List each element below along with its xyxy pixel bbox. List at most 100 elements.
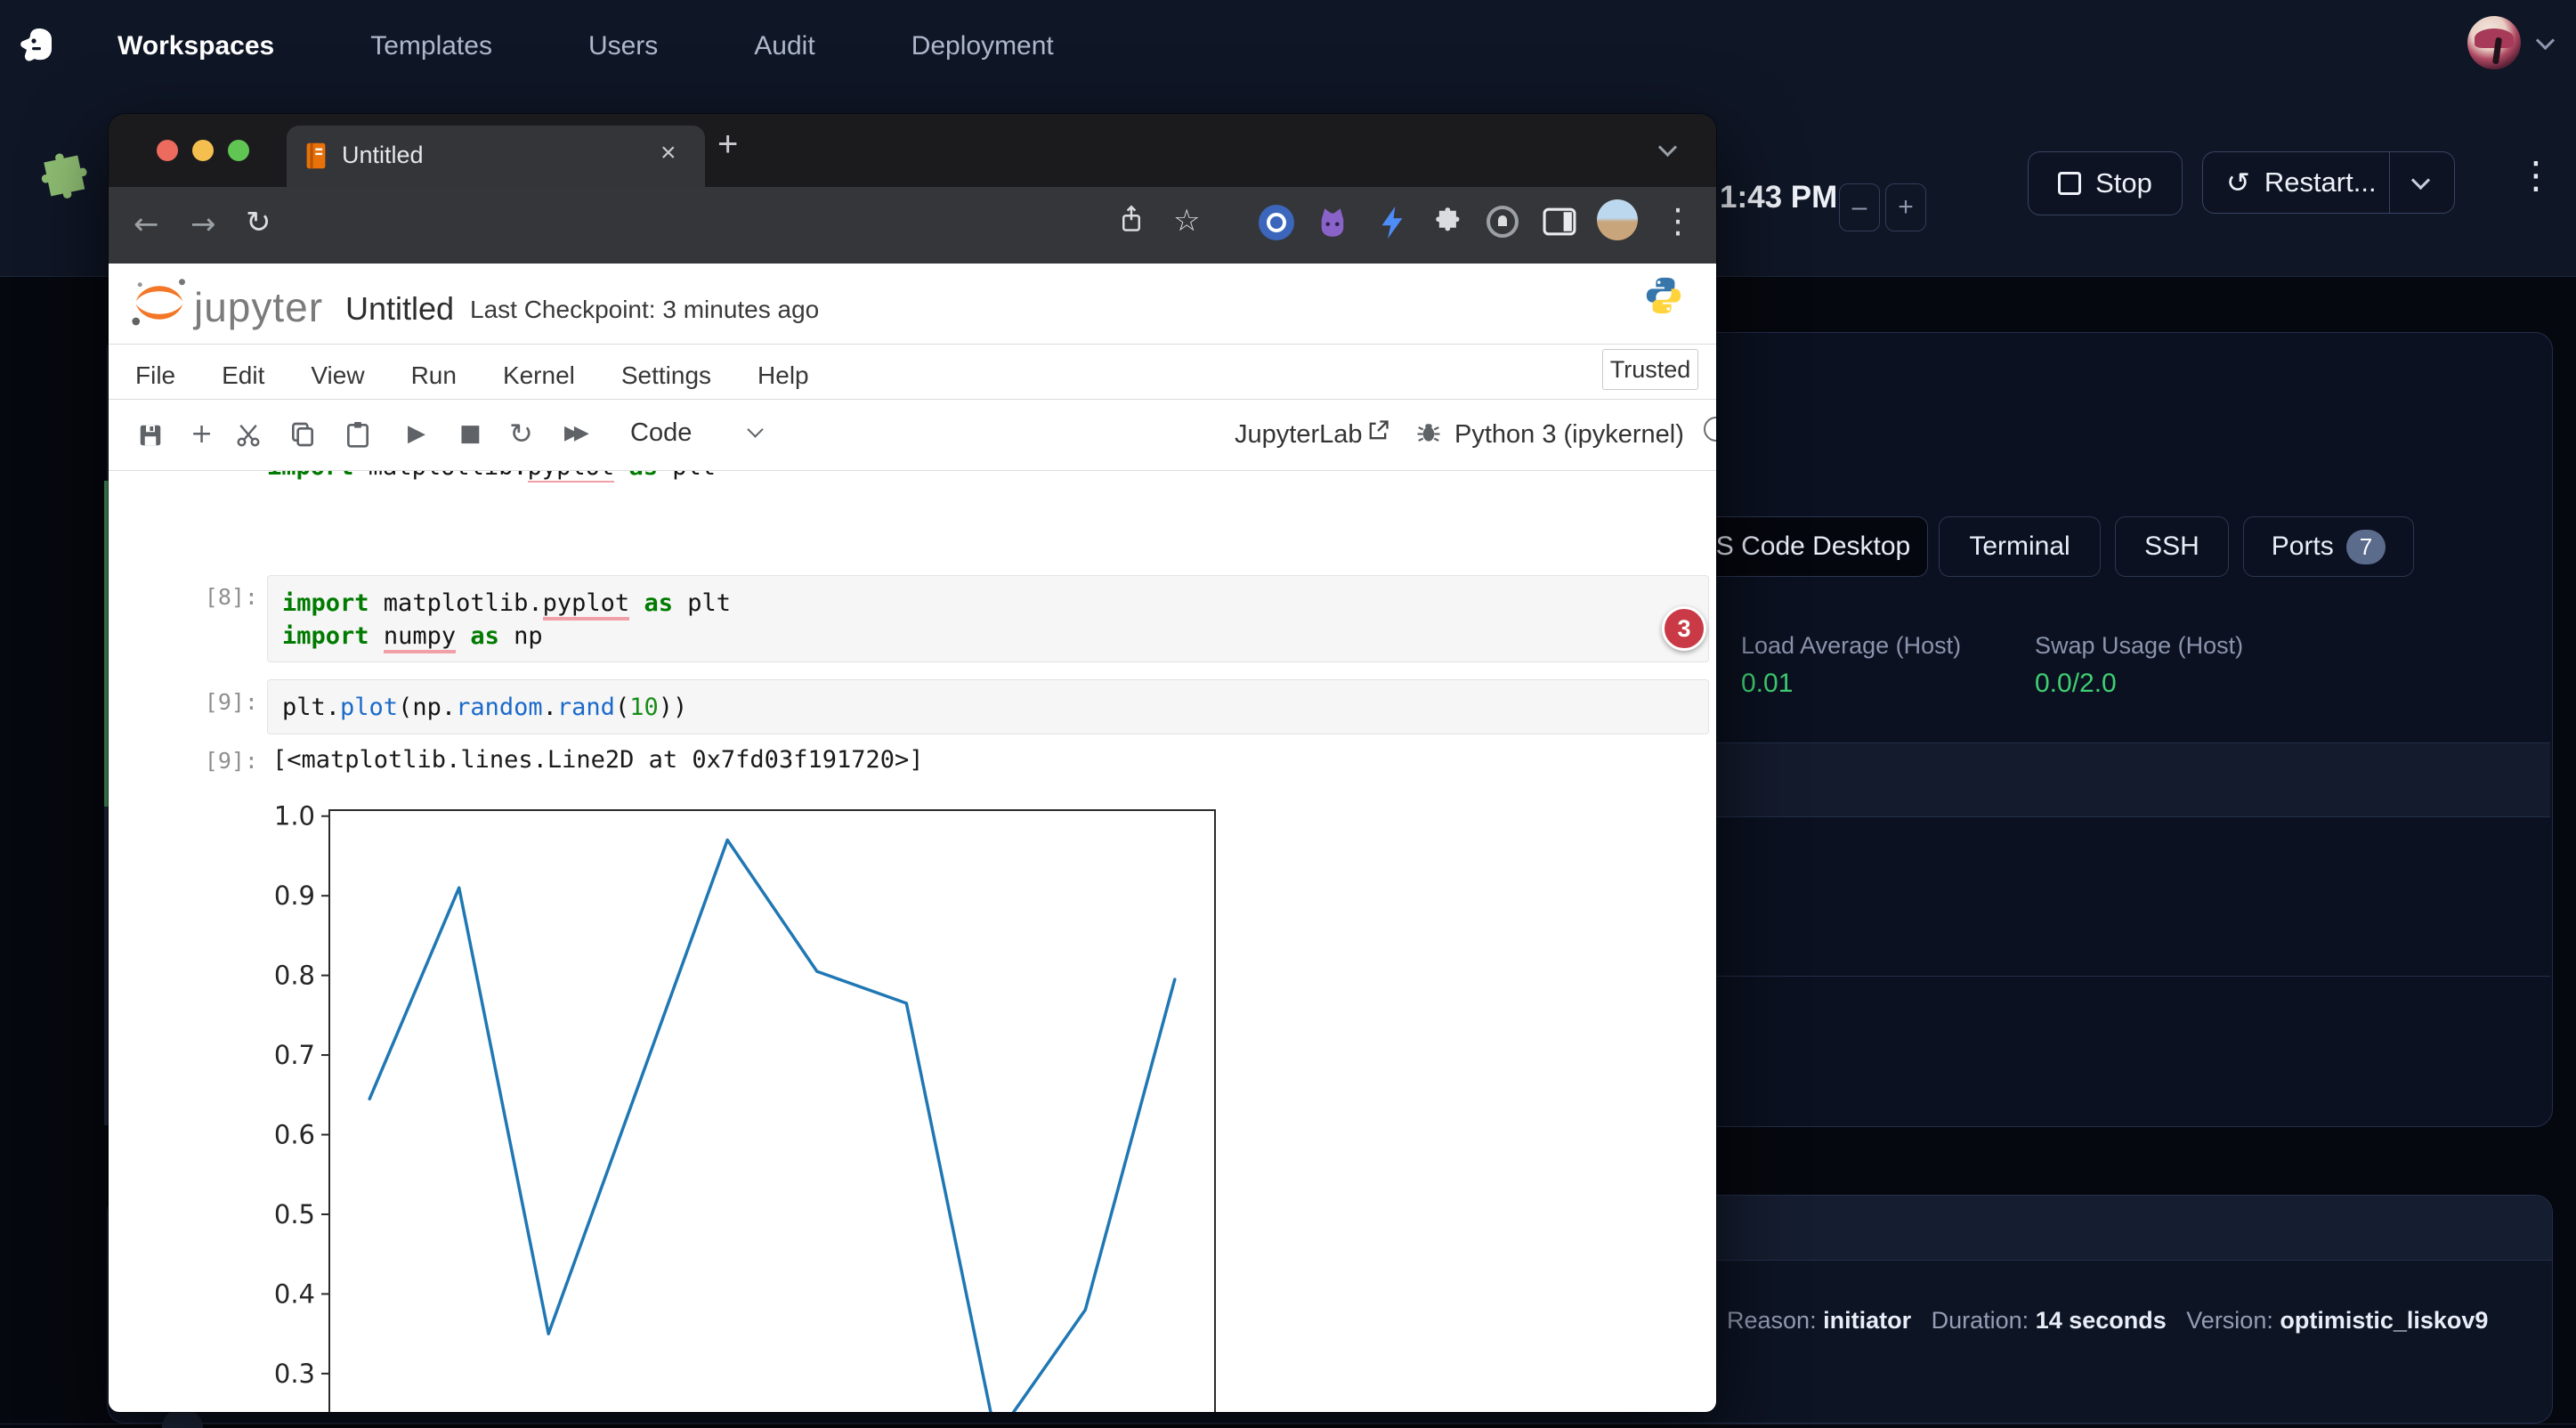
add-cell-icon[interactable]: + <box>190 418 213 450</box>
cut-icon[interactable] <box>235 422 262 449</box>
stat-swap-usage: Swap Usage (Host) 0.0/2.0 <box>2035 632 2243 699</box>
ghostery-extension-icon[interactable] <box>1486 206 1519 238</box>
cell1-line2: import numpy as np <box>282 620 1694 653</box>
svg-text:0.9: 0.9 <box>274 880 315 911</box>
ports-label: Ports <box>2272 531 2334 562</box>
coder-logo[interactable] <box>16 25 59 68</box>
copy-icon[interactable] <box>288 420 317 449</box>
menu-kernel[interactable]: Kernel <box>503 361 575 390</box>
cell-type-chevron-icon[interactable] <box>747 421 763 437</box>
notebook-favicon <box>304 142 328 174</box>
restart-button[interactable]: ↺ Restart... <box>2202 151 2455 214</box>
lightning-extension-icon[interactable] <box>1376 203 1408 242</box>
svg-text:0.3: 0.3 <box>274 1359 315 1389</box>
nav-item-audit[interactable]: Audit <box>754 31 814 61</box>
jupyterlab-link[interactable]: JupyterLab <box>1235 420 1363 450</box>
restart-dropdown-chevron-icon[interactable] <box>2411 171 2430 190</box>
forward-button[interactable]: → <box>190 207 216 242</box>
cell1-line1: import matplotlib.pyplot as plt <box>282 587 1694 620</box>
execution-count-badge: 3 <box>1662 606 1706 651</box>
menu-help[interactable]: Help <box>757 361 809 390</box>
menu-edit[interactable]: Edit <box>222 361 264 390</box>
new-tab-button[interactable]: + <box>717 125 738 165</box>
browser-tab-active[interactable]: Untitled × <box>287 126 705 187</box>
kernel-name[interactable]: Python 3 (ipykernel) <box>1454 420 1684 450</box>
main-nav: Workspaces Templates Users Audit Deploym… <box>117 25 1054 68</box>
window-minimize-button[interactable] <box>192 140 214 161</box>
bookmark-star-icon[interactable]: ☆ <box>1173 203 1200 239</box>
save-icon[interactable] <box>137 422 164 449</box>
svg-text:0.4: 0.4 <box>274 1278 315 1309</box>
restart-icon: ↺ <box>2226 166 2250 199</box>
browser-tabstrip: Untitled × + <box>109 114 1716 187</box>
build-version-label: Version: <box>2186 1307 2273 1334</box>
workspace-kebab-menu-icon[interactable]: ⋮ <box>2517 153 2555 197</box>
menu-settings[interactable]: Settings <box>621 361 711 390</box>
svg-text:0.6: 0.6 <box>274 1120 315 1150</box>
extensions-puzzle-icon[interactable] <box>1430 205 1463 239</box>
back-button[interactable]: ← <box>134 207 159 242</box>
paste-icon[interactable] <box>344 420 372 449</box>
trusted-label: Trusted <box>1610 356 1691 384</box>
clipped-code-text: import matplotlib.pyplot as plt <box>267 471 1709 483</box>
kernel-status-circle <box>1704 417 1716 442</box>
nav-item-workspaces[interactable]: Workspaces <box>117 31 274 61</box>
browser-profile-avatar[interactable] <box>1597 199 1638 240</box>
browser-window: Untitled × + ← → ↻ 5555--main--test--mat… <box>109 114 1716 1412</box>
menu-run[interactable]: Run <box>411 361 457 390</box>
browser-kebab-menu-icon[interactable]: ⋮ <box>1661 201 1695 240</box>
python-logo <box>1643 272 1684 323</box>
run-cell-icon[interactable]: ▶ <box>408 420 425 447</box>
interrupt-kernel-icon[interactable]: ■ <box>459 420 482 447</box>
terminal-button[interactable]: Terminal <box>1939 516 2101 577</box>
menu-view[interactable]: View <box>311 361 364 390</box>
badge-number: 3 <box>1677 615 1690 643</box>
zoom-in-button[interactable]: + <box>1885 183 1926 231</box>
onepassword-extension-icon[interactable] <box>1259 205 1294 240</box>
menu-file[interactable]: File <box>135 361 175 390</box>
side-panel-icon[interactable] <box>1542 205 1577 239</box>
ports-button[interactable]: Ports 7 <box>2243 516 2414 577</box>
cat-extension-icon[interactable] <box>1314 203 1351 242</box>
nav-item-deployment[interactable]: Deployment <box>911 31 1054 61</box>
reload-button[interactable]: ↻ <box>246 205 271 240</box>
external-link-icon <box>1365 418 1390 443</box>
browser-tab-title: Untitled <box>342 142 424 169</box>
clock: 1:43 PM <box>1720 180 1837 215</box>
ssh-label: SSH <box>2144 531 2199 562</box>
output-text: [<matplotlib.lines.Line2D at 0x7fd03f191… <box>272 746 924 774</box>
vscode-desktop-button[interactable]: VS Code Desktop <box>1681 516 1928 577</box>
coder-logo-icon <box>16 25 59 68</box>
menu-divider <box>109 399 1716 400</box>
notebook-title[interactable]: Untitled <box>345 290 454 328</box>
debugger-bug-icon[interactable] <box>1415 418 1442 445</box>
cell2-input[interactable]: plt.plot(np.random.rand(10)) <box>267 679 1709 734</box>
tab-close-icon[interactable]: × <box>660 138 676 168</box>
run-all-cells-icon[interactable]: ▶▶ <box>564 422 584 444</box>
cell1-input[interactable]: import matplotlib.pyplot as plt import n… <box>267 575 1709 662</box>
stop-label: Stop <box>2095 167 2152 199</box>
stop-button[interactable]: Stop <box>2028 151 2183 215</box>
matplotlib-line-chart: 0.20.30.40.50.60.70.80.91.002468 <box>267 783 1282 1412</box>
cell-type-select[interactable]: Code <box>630 418 692 448</box>
stat-load-average-value: 0.01 <box>1741 669 1961 699</box>
nav-item-users[interactable]: Users <box>588 31 658 61</box>
minus-icon: – <box>1852 192 1867 223</box>
zoom-out-button[interactable]: – <box>1839 183 1880 231</box>
user-avatar[interactable] <box>2467 16 2521 69</box>
restart-kernel-icon[interactable]: ↻ <box>509 417 533 450</box>
jupyter-page: jupyter Untitled Last Checkpoint: 3 minu… <box>109 264 1716 1412</box>
window-close-button[interactable] <box>157 140 178 161</box>
clipped-code-line: import matplotlib.pyplot as plt <box>267 471 1709 483</box>
share-icon[interactable] <box>1118 203 1145 235</box>
restart-label: Restart... <box>2264 166 2377 199</box>
ports-badge: 7 <box>2346 530 2386 564</box>
window-zoom-button[interactable] <box>228 140 249 161</box>
nav-item-templates[interactable]: Templates <box>370 31 492 61</box>
cell2-prompt: [9]: <box>134 689 258 715</box>
vscode-desktop-label: VS Code Desktop <box>1698 531 1910 562</box>
trusted-button[interactable]: Trusted <box>1602 349 1698 390</box>
tab-search-chevron-icon[interactable] <box>1658 138 1677 157</box>
ssh-button[interactable]: SSH <box>2115 516 2229 577</box>
jupyter-brand: jupyter <box>194 283 323 331</box>
